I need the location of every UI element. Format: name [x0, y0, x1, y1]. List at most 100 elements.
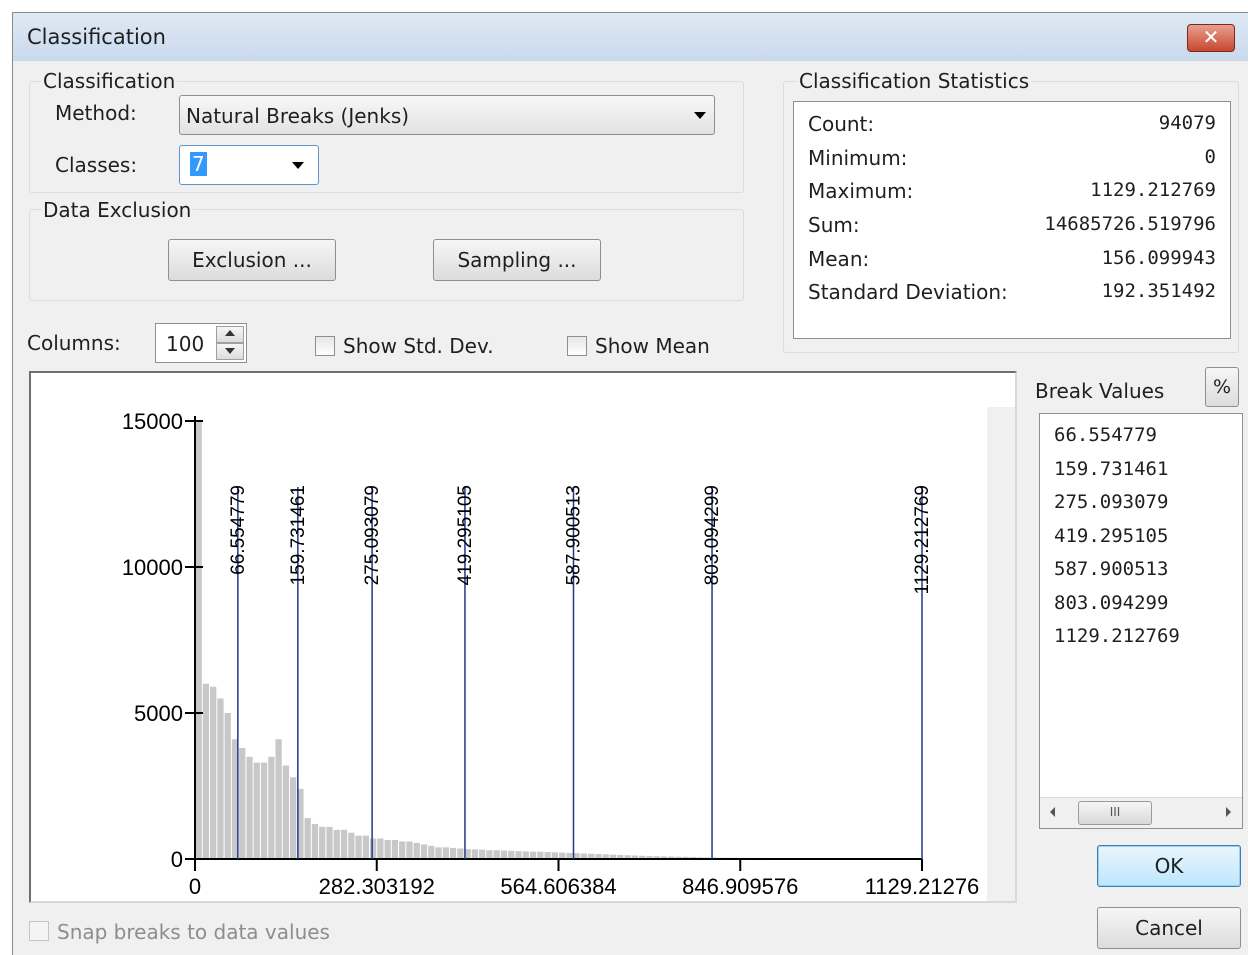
histogram-bar	[442, 847, 449, 859]
scroll-right-icon[interactable]	[1226, 807, 1231, 817]
title-bar[interactable]: Classification ✕	[13, 13, 1248, 61]
stat-label: Count:	[808, 112, 875, 136]
histogram-bar	[522, 851, 529, 859]
histogram-bar	[210, 686, 217, 859]
histogram-bar	[246, 756, 253, 859]
histogram-bar	[493, 850, 500, 859]
close-icon: ✕	[1202, 25, 1220, 49]
histogram-panel[interactable]: 0 5000 10000 15000 0 282.303192 564.606384 846.…	[29, 371, 1017, 903]
histogram-bar	[399, 841, 406, 859]
scroll-grip-icon: III	[1109, 805, 1121, 819]
stat-label: Maximum:	[808, 179, 914, 203]
histogram-bar	[311, 823, 319, 859]
histogram-bar	[384, 840, 391, 859]
stat-row-sum: Sum: 14685726.519796	[808, 213, 1216, 243]
chevron-down-icon	[694, 112, 706, 119]
histogram-bar	[369, 838, 377, 859]
break-value-item[interactable]: 275.093079	[1054, 491, 1168, 513]
histogram-bar	[406, 841, 413, 859]
exclusion-button[interactable]: Exclusion ...	[168, 239, 336, 281]
histogram-bar	[268, 756, 275, 859]
data-exclusion-group-label: Data Exclusion	[41, 198, 194, 222]
histogram-bar	[362, 835, 369, 859]
stat-row-maximum: Maximum: 1129.212769	[808, 179, 1216, 209]
scroll-thumb[interactable]: III	[1078, 801, 1152, 825]
histogram-bar	[348, 832, 355, 859]
x-tick-label: 1129.21276	[865, 874, 980, 899]
stat-label: Standard Deviation:	[808, 280, 1008, 304]
stat-row-std-dev: Standard Deviation: 192.351492	[808, 280, 1216, 310]
x-tick-label: 282.303192	[319, 874, 435, 899]
columns-spinner[interactable]: 100	[155, 323, 247, 363]
break-value-item[interactable]: 803.094299	[1054, 592, 1168, 614]
stat-value: 156.099943	[1101, 247, 1216, 269]
histogram-bar	[253, 762, 260, 859]
histogram-bar	[413, 842, 420, 859]
show-mean-checkbox[interactable]	[567, 336, 587, 356]
method-dropdown[interactable]: Natural Breaks (Jenks)	[179, 95, 715, 135]
ok-button[interactable]: OK	[1097, 845, 1241, 887]
stat-value: 0	[1204, 146, 1216, 168]
histogram-bar	[319, 826, 326, 859]
show-std-dev-label[interactable]: Show Std. Dev.	[343, 334, 494, 358]
horizontal-scrollbar[interactable]: III	[1040, 797, 1242, 828]
close-button[interactable]: ✕	[1187, 24, 1235, 52]
break-values-list[interactable]: 66.554779 159.731461 275.093079 419.2951…	[1039, 413, 1243, 829]
classes-label: Classes:	[55, 153, 138, 177]
show-mean-label[interactable]: Show Mean	[595, 334, 710, 358]
method-value: Natural Breaks (Jenks)	[186, 104, 410, 128]
histogram-bar	[479, 849, 486, 859]
histogram-bar	[195, 421, 202, 859]
spinner-down-icon	[225, 348, 235, 354]
classes-dropdown[interactable]: 7	[179, 145, 319, 185]
stat-value: 14685726.519796	[1044, 213, 1216, 235]
percent-button[interactable]: %	[1205, 367, 1239, 407]
histogram-bar	[224, 713, 231, 859]
stat-value: 94079	[1158, 112, 1216, 134]
histogram-bar	[239, 748, 246, 859]
spinner-up-icon	[225, 330, 235, 336]
stat-value: 192.351492	[1101, 280, 1216, 302]
histogram-bar	[500, 850, 508, 859]
histogram-bar	[537, 851, 544, 859]
break-value-item[interactable]: 419.295105	[1054, 525, 1168, 547]
snap-breaks-label[interactable]: Snap breaks to data values	[57, 920, 330, 944]
histogram-bar	[326, 826, 333, 859]
histogram-bar	[551, 852, 558, 859]
break-values-label: Break Values	[1035, 379, 1165, 403]
show-std-dev-checkbox[interactable]	[315, 336, 335, 356]
break-label: 275.093079	[362, 485, 383, 585]
histogram-bar	[391, 840, 399, 859]
histogram-bar	[377, 838, 384, 859]
histogram-bar	[515, 851, 522, 859]
snap-breaks-checkbox[interactable]	[29, 921, 49, 941]
stat-row-count: Count: 94079	[808, 112, 1216, 142]
break-label: 587.900513	[564, 485, 585, 585]
chevron-down-icon	[292, 162, 304, 169]
histogram-bar	[471, 849, 479, 859]
y-tick-label: 10000	[122, 555, 183, 580]
stat-row-minimum: Minimum: 0	[808, 146, 1216, 176]
histogram-bar	[282, 765, 290, 859]
break-value-item[interactable]: 587.900513	[1054, 558, 1168, 580]
columns-label: Columns:	[27, 331, 121, 355]
sampling-button[interactable]: Sampling ...	[433, 239, 601, 281]
y-tick-label: 0	[171, 847, 183, 872]
break-value-item[interactable]: 1129.212769	[1054, 625, 1180, 647]
histogram-bar	[290, 777, 297, 859]
histogram-bar	[217, 698, 224, 859]
cancel-button[interactable]: Cancel	[1097, 907, 1241, 949]
break-value-item[interactable]: 66.554779	[1054, 424, 1157, 446]
spinner-up-button[interactable]	[216, 326, 244, 343]
scroll-left-icon[interactable]	[1050, 807, 1055, 817]
spinner-down-button[interactable]	[216, 343, 244, 360]
break-label: 419.295105	[455, 485, 476, 585]
statistics-group-label: Classification Statistics	[797, 69, 1032, 93]
histogram-bar	[260, 762, 268, 859]
stat-row-mean: Mean: 156.099943	[808, 247, 1216, 277]
break-value-item[interactable]: 159.731461	[1054, 458, 1168, 480]
histogram-bar	[544, 851, 551, 859]
histogram-bar	[428, 845, 435, 859]
window-title: Classification	[27, 25, 166, 49]
data-exclusion-group	[29, 209, 744, 301]
